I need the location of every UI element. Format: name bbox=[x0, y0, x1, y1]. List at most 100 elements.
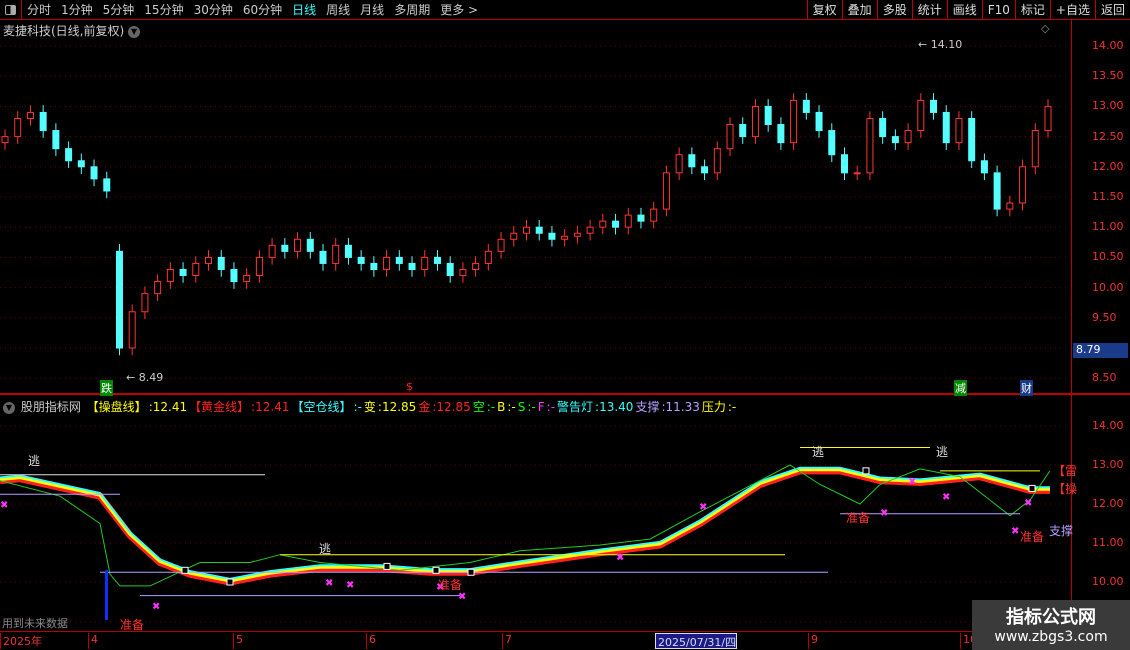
cross-marker: ✖ bbox=[325, 578, 333, 589]
indicator-label: B bbox=[497, 400, 506, 414]
current-price-badge: 8.79 bbox=[1073, 343, 1128, 358]
event-marker-finance[interactable]: 财 bbox=[1020, 380, 1033, 396]
candle bbox=[383, 250, 391, 277]
candle bbox=[955, 111, 963, 150]
indicator-value: :- bbox=[486, 400, 496, 414]
candle bbox=[1, 129, 9, 150]
candle bbox=[344, 238, 352, 265]
indicator-tick: 11.00 bbox=[1092, 536, 1124, 549]
candle bbox=[548, 225, 556, 247]
candle bbox=[523, 219, 530, 241]
candle bbox=[675, 147, 683, 181]
candle bbox=[904, 123, 912, 150]
indicator-label: F bbox=[537, 400, 545, 414]
cross-marker: ✖ bbox=[0, 500, 8, 511]
candle bbox=[879, 111, 887, 144]
candle bbox=[52, 123, 60, 156]
candle bbox=[777, 117, 785, 150]
candle bbox=[866, 111, 874, 181]
candle bbox=[802, 93, 810, 120]
candle bbox=[357, 250, 365, 271]
candle bbox=[764, 99, 772, 132]
candle bbox=[395, 250, 403, 271]
time-tick: 6 bbox=[366, 633, 376, 649]
candle bbox=[726, 117, 734, 156]
indicator-label: 警告灯 bbox=[557, 400, 594, 414]
candle bbox=[650, 201, 658, 229]
watermark-url: www.zbgs3.com bbox=[994, 629, 1108, 645]
candle bbox=[141, 286, 149, 320]
indicator-label: 金 bbox=[418, 400, 431, 414]
candle bbox=[370, 256, 378, 277]
indicator-value: :- bbox=[527, 400, 536, 414]
indicator-tick: 10.00 bbox=[1092, 575, 1124, 588]
candle bbox=[1031, 123, 1039, 175]
indicator-value: :- bbox=[727, 400, 737, 414]
signal-box bbox=[181, 566, 189, 574]
candle bbox=[484, 244, 492, 271]
candle bbox=[433, 250, 441, 271]
price-tick: 11.00 bbox=[1092, 220, 1124, 234]
escape-signal: 逃 bbox=[936, 445, 949, 459]
watermark: 指标公式网 www.zbgs3.com bbox=[972, 600, 1130, 650]
candle bbox=[230, 262, 238, 289]
volume-bar bbox=[105, 570, 108, 620]
candle bbox=[332, 238, 340, 271]
candle bbox=[561, 229, 569, 247]
event-marker-dividend[interactable]: $ bbox=[406, 380, 413, 393]
gold-line bbox=[0, 467, 1050, 586]
escape-signal: 逃 bbox=[812, 445, 825, 459]
indicator-tick: 12.00 bbox=[1092, 497, 1124, 510]
candle bbox=[179, 262, 187, 283]
indicator-value: :13.40 bbox=[595, 400, 634, 414]
price-tick: 8.50 bbox=[1092, 371, 1117, 385]
candle bbox=[128, 304, 136, 356]
indicator-value: :12.41 bbox=[148, 400, 188, 414]
indicator-value: :12.85 bbox=[377, 400, 417, 414]
candle bbox=[408, 256, 416, 277]
indicator-value: :11.33 bbox=[661, 400, 700, 414]
candle bbox=[205, 250, 213, 271]
signal-box bbox=[862, 467, 870, 475]
time-tick: 9 bbox=[808, 633, 818, 649]
signal-box bbox=[432, 566, 440, 574]
indicator-header: ▼ 股朋指标网 【操盘线】:12.41 【黄金线】:12.41 【空仓线】:- 变:1… bbox=[3, 398, 740, 415]
candle bbox=[701, 159, 709, 181]
candle bbox=[637, 207, 645, 229]
event-marker-reduce[interactable]: 减 bbox=[954, 380, 967, 396]
future-data-note: 用到未来数据 bbox=[2, 617, 68, 630]
indicator-value: :- bbox=[353, 400, 362, 414]
time-tick: 4 bbox=[88, 633, 98, 649]
candle bbox=[497, 232, 505, 259]
indicator-label: 变 bbox=[363, 400, 376, 414]
candle bbox=[968, 111, 976, 169]
prepare-signal: 准备 bbox=[438, 578, 463, 592]
high-value: 14.10 bbox=[930, 38, 963, 51]
escape-signal: 逃 bbox=[319, 542, 332, 556]
candle bbox=[446, 256, 454, 283]
indicator-name[interactable]: 股朋指标网 bbox=[21, 400, 81, 414]
event-marker-drop[interactable]: 跌 bbox=[100, 380, 113, 396]
candle bbox=[268, 238, 276, 265]
candle bbox=[65, 141, 73, 169]
indicator-tick: 14.00 bbox=[1092, 419, 1124, 432]
candle bbox=[115, 244, 123, 356]
candle bbox=[688, 147, 696, 175]
cross-marker: ✖ bbox=[880, 508, 888, 519]
candle bbox=[853, 165, 861, 181]
candle bbox=[421, 250, 429, 277]
chevron-down-icon[interactable]: ▼ bbox=[3, 401, 15, 414]
candle bbox=[599, 213, 607, 235]
cross-marker: ✖ bbox=[458, 592, 466, 603]
time-tick: 5 bbox=[233, 633, 243, 649]
signal-box bbox=[467, 568, 475, 576]
time-tick: 2025年 bbox=[0, 633, 42, 649]
thunder-label: 【雷 bbox=[1053, 464, 1078, 478]
candle bbox=[535, 219, 543, 241]
operate-label: 【操 bbox=[1053, 482, 1078, 496]
candle bbox=[612, 213, 620, 235]
indicator-value: :12.41 bbox=[251, 400, 290, 414]
indicator-label: S bbox=[517, 400, 526, 414]
candle bbox=[306, 232, 314, 259]
indicator-value: :- bbox=[507, 400, 516, 414]
